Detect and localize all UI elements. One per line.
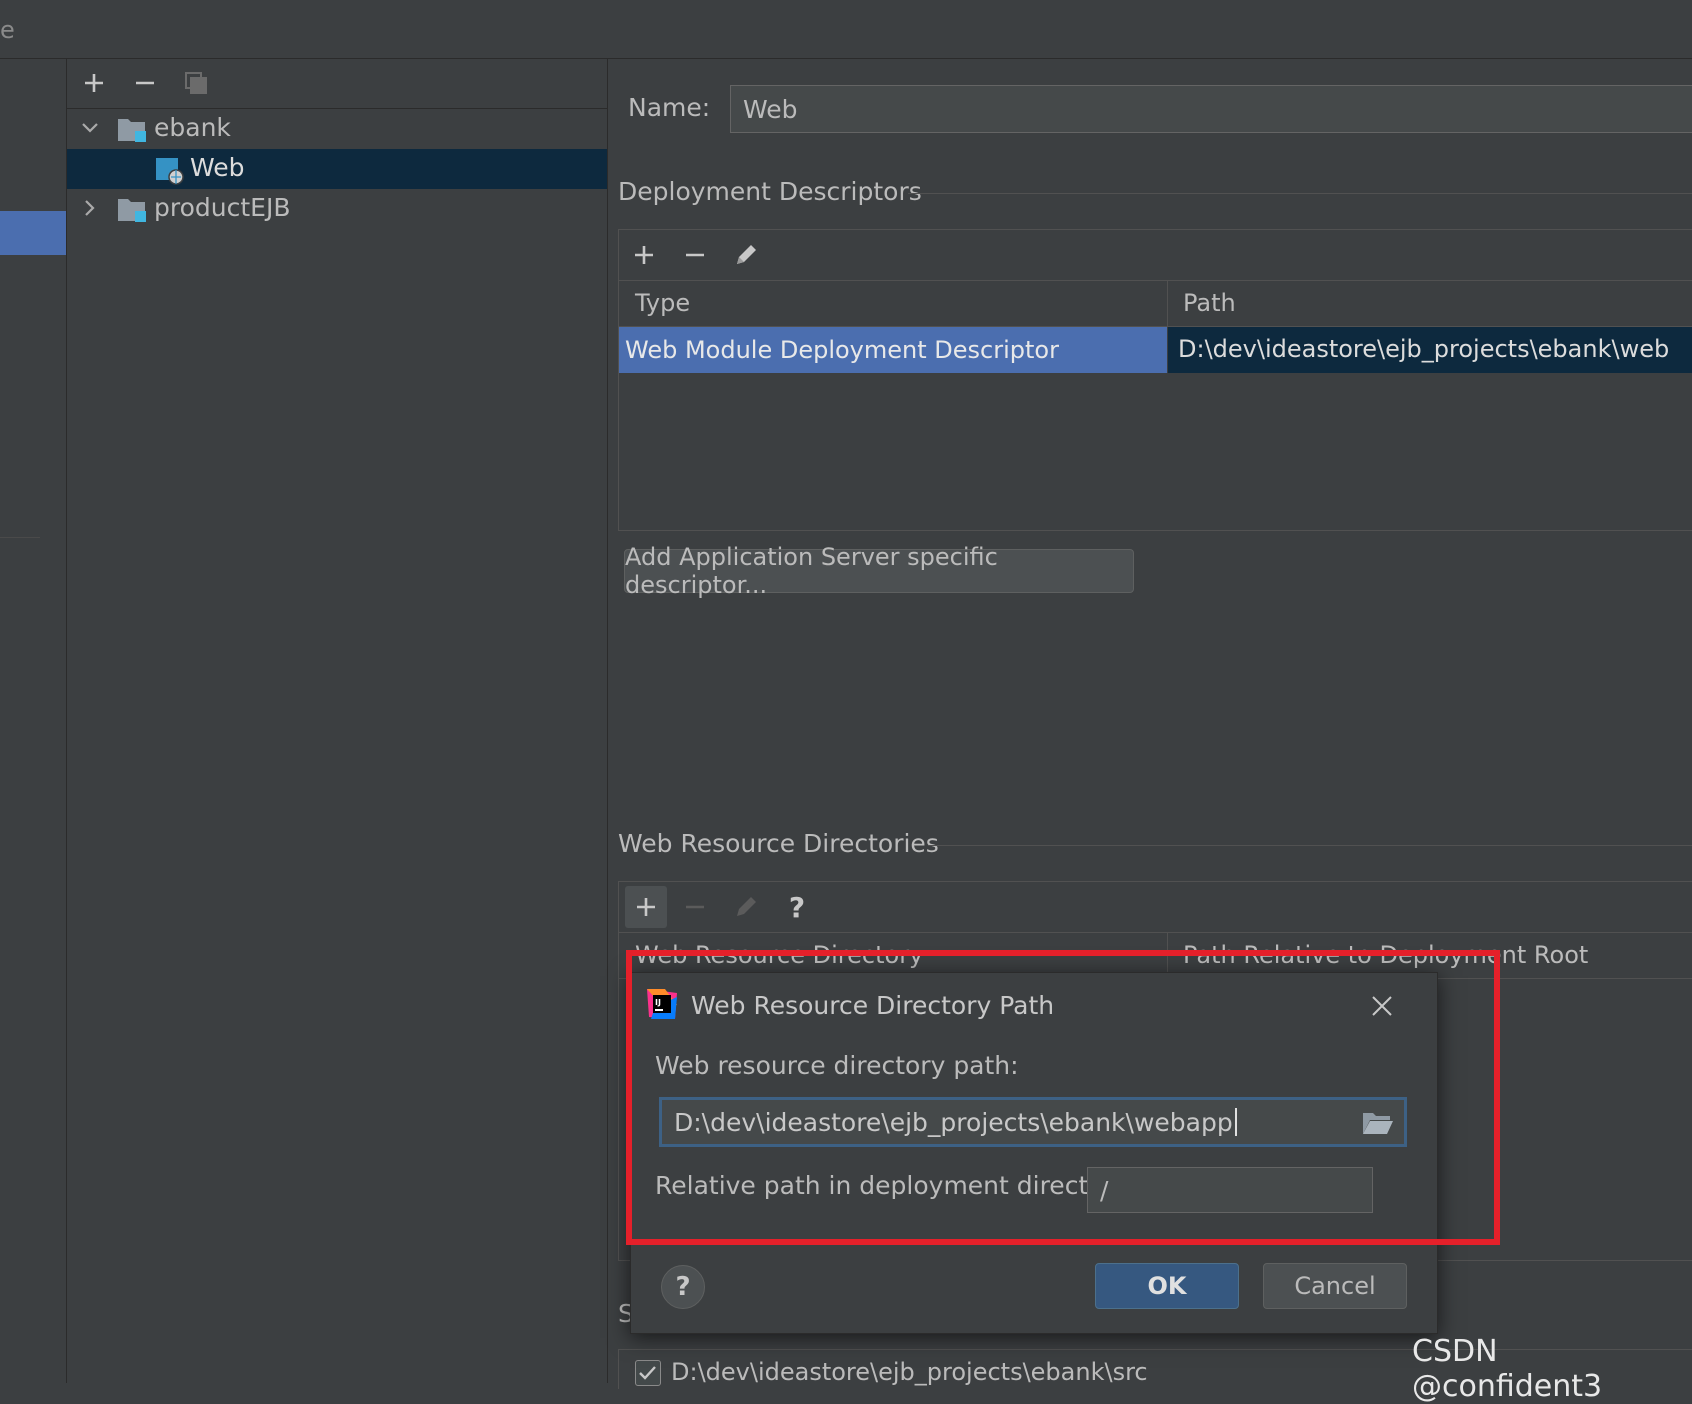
table-row[interactable]: Web Module Deployment Descriptor D:\dev\… [619,327,1692,373]
edit-pencil-icon[interactable] [729,238,763,272]
selected-category-item[interactable] [0,211,66,255]
web-facet-icon [155,155,185,185]
add-icon[interactable] [627,238,661,272]
window-title-bar: e [0,0,1692,59]
tree-node-label: ebank [154,113,231,142]
table-toolbar: ? [619,882,1692,933]
project-structure-tree-panel: ebank Web productEJB [67,59,608,1383]
help-icon: ? [675,1272,691,1302]
ok-button[interactable]: OK [1095,1263,1239,1309]
chevron-down-icon[interactable] [81,119,99,137]
name-label: Name: [628,93,711,122]
column-divider [1167,280,1168,326]
help-icon[interactable]: ? [780,890,814,924]
add-icon[interactable] [77,66,111,100]
help-button[interactable]: ? [661,1265,705,1309]
table-toolbar [619,230,1692,281]
column-header-type[interactable]: Type [635,289,690,317]
category-divider [0,537,40,538]
cell-text: D:\dev\ideastore\ejb_projects\ebank\web [1178,335,1670,363]
remove-icon[interactable] [678,890,712,924]
chevron-right-icon[interactable] [81,199,99,217]
tree-node-ebank[interactable]: ebank [67,109,607,149]
highlight-annotation-frame [626,950,1500,1245]
name-field[interactable]: Web [730,85,1692,133]
tree-toolbar [67,59,607,109]
name-field-value: Web [743,94,798,124]
source-root-path: D:\dev\ideastore\ejb_projects\ebank\src [671,1358,1148,1386]
remove-icon[interactable] [128,66,162,100]
tree-node-productejb[interactable]: productEJB [67,189,607,229]
tree-node-label: productEJB [154,193,291,222]
web-resource-directories-title: Web Resource Directories [618,829,939,858]
button-label: Add Application Server specific descript… [625,543,998,599]
remove-icon[interactable] [678,238,712,272]
column-header-path[interactable]: Path [1183,289,1236,317]
table-cell-type: Web Module Deployment Descriptor [619,327,1167,373]
cancel-button[interactable]: Cancel [1263,1263,1407,1309]
edit-pencil-icon[interactable] [729,890,763,924]
module-folder-icon [117,195,147,223]
section-divider [928,845,1692,846]
module-folder-icon [117,115,147,143]
settings-category-strip [0,59,67,1383]
source-root-checkbox[interactable] [635,1360,661,1386]
deployment-descriptors-title: Deployment Descriptors [618,177,922,206]
button-label: Cancel [1294,1272,1376,1300]
window-title-fragment: e [0,16,15,44]
cell-text: Web Module Deployment Descriptor [625,336,1059,364]
add-icon[interactable] [625,886,667,928]
deployment-descriptors-table: Type Path Web Module Deployment Descript… [618,229,1692,531]
copy-icon[interactable] [179,66,213,100]
watermark: CSDN @confident3 [1412,1334,1603,1404]
section-divider [908,193,1692,194]
button-label: OK [1147,1272,1187,1300]
add-server-descriptor-button[interactable]: Add Application Server specific descript… [624,543,1134,599]
table-cell-path: D:\dev\ideastore\ejb_projects\ebank\web [1168,327,1692,373]
tree-node-label: Web [190,153,245,182]
table-header: Type Path [619,280,1692,327]
tree-node-web[interactable]: Web [67,149,607,189]
